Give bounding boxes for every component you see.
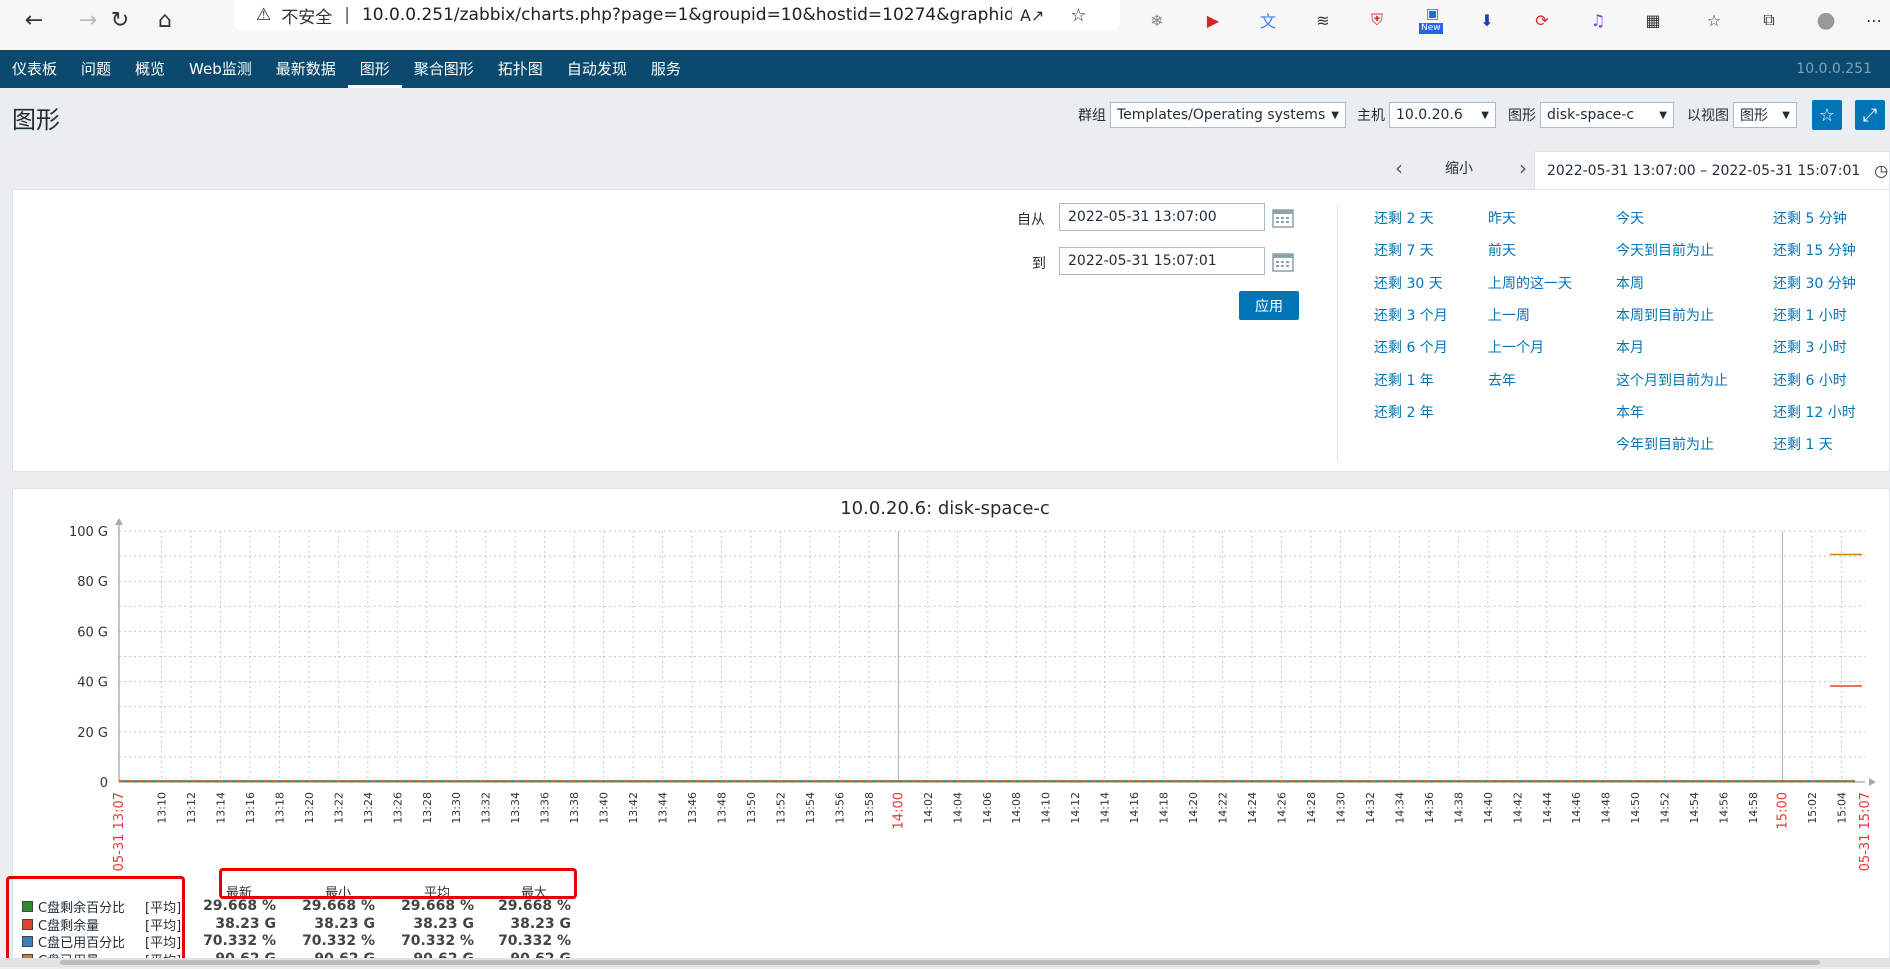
x-tick-label: 14:18	[1158, 792, 1171, 824]
x-tick-label: 14:36	[1423, 792, 1436, 824]
legend-value: 29.668 %	[203, 898, 276, 914]
x-tick-label: 14:42	[1511, 792, 1524, 824]
x-tick-label: 14:34	[1393, 792, 1406, 824]
x-tick-label: 14:32	[1364, 792, 1377, 824]
x-axis-arrow	[1869, 778, 1876, 786]
x-tick-label: 13:56	[833, 792, 846, 824]
x-tick-label: 14:16	[1128, 792, 1141, 824]
y-tick-label: 80 G	[77, 575, 108, 590]
x-tick-label: 14:20	[1187, 792, 1200, 824]
legend-value: 38.23 G	[215, 915, 276, 932]
x-tick-label: 13:54	[804, 792, 817, 824]
x-tick-label: 15:02	[1806, 792, 1819, 824]
legend-value: 70.332 %	[401, 933, 474, 949]
x-tick-label: 14:00	[891, 792, 906, 829]
x-tick-label: 13:22	[332, 792, 345, 824]
x-tick-label: 13:10	[156, 792, 169, 824]
x-tick-label: 14:08	[1010, 792, 1023, 824]
x-tick-label: 14:50	[1629, 792, 1642, 824]
x-tick-label: 14:52	[1659, 792, 1672, 824]
y-tick-label: 60 G	[77, 625, 108, 640]
x-tick-label: 14:26	[1276, 792, 1289, 824]
x-tick-label: 14:58	[1747, 792, 1760, 824]
x-tick-label: 13:44	[657, 792, 670, 824]
x-tick-label: 13:30	[450, 792, 463, 824]
x-tick-label: 13:40	[598, 792, 611, 824]
x-tick-label: 13:20	[303, 792, 316, 824]
horizontal-scrollbar[interactable]	[0, 958, 1890, 967]
y-tick-label: 0	[100, 776, 108, 791]
x-tick-label: 14:28	[1305, 792, 1318, 824]
legend-value: 70.332 %	[498, 933, 571, 949]
y-tick-label: 40 G	[77, 676, 108, 691]
legend-value: 29.668 %	[498, 898, 571, 914]
x-tick-label: 14:40	[1482, 792, 1495, 824]
x-tick-label: 15:04	[1836, 792, 1849, 824]
x-tick-label: 13:48	[716, 792, 729, 824]
x-tick-label: 14:44	[1541, 792, 1554, 824]
x-tick-label: 14:04	[951, 792, 964, 824]
legend-value: 29.668 %	[401, 898, 474, 914]
y-axis-arrow	[115, 518, 123, 525]
x-tick-label: 13:26	[391, 792, 404, 824]
x-tick-label: 15:00	[1776, 792, 1791, 829]
y-tick-label: 100 G	[69, 525, 108, 540]
x-tick-label: 14:30	[1334, 792, 1347, 824]
legend-value: 70.332 %	[302, 933, 375, 949]
x-tick-label: 13:14	[214, 792, 227, 824]
x-tick-label: 13:34	[509, 792, 522, 824]
y-tick-label: 20 G	[77, 726, 108, 741]
x-tick-label: 14:22	[1217, 792, 1230, 824]
x-tick-label: 14:06	[981, 792, 994, 824]
legend-value: 38.23 G	[510, 915, 571, 932]
x-tick-label: 14:02	[922, 792, 935, 824]
legend-value: 70.332 %	[203, 933, 276, 949]
legend-value: 29.668 %	[302, 898, 375, 914]
legend-value: 38.23 G	[314, 915, 375, 932]
x-tick-label: 14:24	[1246, 792, 1259, 824]
x-tick-label: 13:24	[362, 792, 375, 824]
x-tick-label: 14:14	[1099, 792, 1112, 824]
disk-space-chart: 100 G 80 G 60 G 40 G 20 G 0 13:10 13:12 13:14 13:…	[69, 518, 1876, 871]
x-tick-label: 13:32	[480, 792, 493, 824]
x-tick-label: 13:18	[273, 792, 286, 824]
x-tick-label: 14:54	[1688, 792, 1701, 824]
x-tick-label: 13:58	[863, 792, 876, 824]
x-end-label: 05-31 15:07	[1858, 792, 1873, 871]
x-tick-label: 13:38	[568, 792, 581, 824]
x-tick-label: 13:36	[539, 792, 552, 824]
x-tick-label: 14:10	[1040, 792, 1053, 824]
x-tick-label: 14:12	[1069, 792, 1082, 824]
x-tick-label: 14:38	[1452, 792, 1465, 824]
scrollbar-thumb[interactable]	[60, 960, 1820, 965]
x-tick-label: 13:50	[745, 792, 758, 824]
x-tick-label: 14:56	[1718, 792, 1731, 824]
annotation-box-legend-names	[6, 876, 185, 962]
x-tick-label: 13:12	[185, 792, 198, 824]
x-tick-label: 13:28	[421, 792, 434, 824]
x-tick-label: 14:48	[1600, 792, 1613, 824]
x-tick-label: 13:46	[686, 792, 699, 824]
x-tick-label: 13:52	[774, 792, 787, 824]
x-tick-label: 13:42	[627, 792, 640, 824]
x-tick-label: 14:46	[1570, 792, 1583, 824]
annotation-box-legend-headers	[219, 868, 577, 899]
x-tick-label: 13:16	[244, 792, 257, 824]
x-start-label: 05-31 13:07	[112, 792, 127, 871]
legend-value: 38.23 G	[413, 915, 474, 932]
